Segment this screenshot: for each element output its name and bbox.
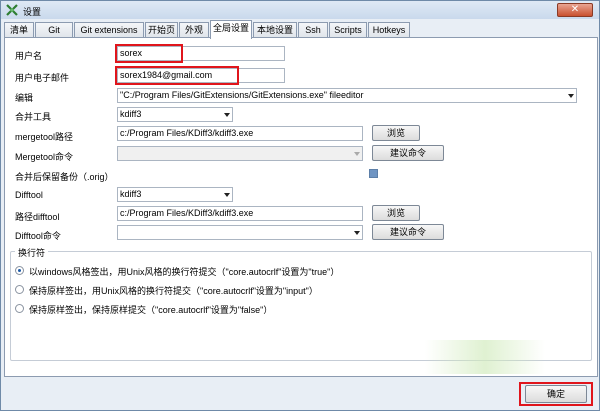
autocrlf-true-label[interactable]: 以windows风格签出，用Unix风格的换行符提交（"core.autocrl… bbox=[29, 265, 339, 278]
mergetool-path-label: mergetool路径 bbox=[15, 132, 74, 142]
mergetool-browse-button[interactable]: 浏览 bbox=[372, 125, 420, 141]
chevron-down-icon bbox=[224, 113, 230, 117]
chevron-down-icon bbox=[354, 231, 360, 235]
title-bar: 设置 ✕ bbox=[1, 1, 599, 19]
difftool-browse-button[interactable]: 浏览 bbox=[372, 205, 420, 221]
editor-combo[interactable]: "C:/Program Files/GitExtensions/GitExten… bbox=[117, 88, 577, 103]
editor-label: 编辑 bbox=[15, 93, 34, 103]
chevron-down-icon bbox=[568, 94, 574, 98]
mergetool-suggest-button[interactable]: 建议命令 bbox=[372, 145, 444, 161]
watermark bbox=[425, 340, 545, 374]
difftool-combo[interactable]: kdiff3 bbox=[117, 187, 233, 202]
tab-checklist[interactable]: 清单 bbox=[4, 22, 34, 38]
chevron-down-icon bbox=[224, 193, 230, 197]
settings-window: 设置 ✕ 清单 Git Git extensions 开始页 外观 全局设置 本… bbox=[0, 0, 600, 411]
username-label: 用户名 bbox=[15, 51, 43, 61]
tab-git[interactable]: Git bbox=[35, 22, 73, 38]
close-button[interactable]: ✕ bbox=[557, 3, 593, 17]
window-title: 设置 bbox=[23, 7, 42, 17]
difftool-value: kdiff3 bbox=[120, 189, 142, 199]
tab-hotkeys[interactable]: Hotkeys bbox=[368, 22, 410, 38]
mergetool-label: 合并工具 bbox=[15, 112, 52, 122]
dialog-footer: 确定 bbox=[1, 378, 599, 410]
tab-git-extensions[interactable]: Git extensions bbox=[74, 22, 144, 38]
tab-appearance[interactable]: 外观 bbox=[179, 22, 209, 38]
tab-strip: 清单 Git Git extensions 开始页 外观 全局设置 本地设置 S… bbox=[4, 20, 598, 39]
tab-local-settings[interactable]: 本地设置 bbox=[253, 22, 297, 38]
tab-global-settings[interactable]: 全局设置 bbox=[210, 20, 252, 39]
mergetool-value: kdiff3 bbox=[120, 109, 142, 119]
difftool-cmd-combo[interactable] bbox=[117, 225, 363, 240]
difftool-path-label: 路径difftool bbox=[15, 212, 60, 222]
keep-backup-label: 合并后保留备份（.orig） bbox=[15, 172, 114, 182]
difftool-suggest-button[interactable]: 建议命令 bbox=[372, 224, 444, 240]
autocrlf-input-label[interactable]: 保持原样签出，用Unix风格的换行符提交（"core.autocrlf"设置为"… bbox=[29, 284, 318, 297]
line-endings-title: 换行符 bbox=[15, 246, 49, 259]
email-input[interactable]: sorex1984@gmail.com bbox=[117, 68, 285, 83]
difftool-label: Difftool bbox=[15, 190, 43, 200]
mergetool-combo[interactable]: kdiff3 bbox=[117, 107, 233, 122]
gitextensions-icon bbox=[6, 4, 18, 16]
ok-button[interactable]: 确定 bbox=[525, 385, 587, 403]
chevron-down-icon bbox=[354, 152, 360, 156]
mergetool-path-input[interactable]: c:/Program Files/KDiff3/kdiff3.exe bbox=[117, 126, 363, 141]
global-settings-panel: 用户名 sorex 用户电子邮件 sorex1984@gmail.com 编辑 … bbox=[4, 37, 598, 377]
difftool-cmd-label: Difftool命令 bbox=[15, 231, 61, 241]
tab-scripts[interactable]: Scripts bbox=[329, 22, 367, 38]
autocrlf-false-label[interactable]: 保持原样签出，保持原样提交（"core.autocrlf"设置为"false"） bbox=[29, 303, 272, 316]
mergetool-cmd-label: Mergetool命令 bbox=[15, 152, 74, 162]
autocrlf-input-radio[interactable] bbox=[15, 285, 24, 294]
difftool-path-input[interactable]: c:/Program Files/KDiff3/kdiff3.exe bbox=[117, 206, 363, 221]
autocrlf-false-radio[interactable] bbox=[15, 304, 24, 313]
mergetool-cmd-combo[interactable] bbox=[117, 146, 363, 161]
autocrlf-true-radio[interactable] bbox=[15, 266, 24, 275]
close-icon: ✕ bbox=[570, 4, 580, 15]
editor-value: "C:/Program Files/GitExtensions/GitExten… bbox=[120, 90, 364, 100]
tab-ssh[interactable]: Ssh bbox=[298, 22, 328, 38]
keep-backup-checkbox[interactable] bbox=[369, 169, 378, 178]
tab-start-page[interactable]: 开始页 bbox=[145, 22, 178, 38]
email-label: 用户电子邮件 bbox=[15, 73, 70, 83]
username-input[interactable]: sorex bbox=[117, 46, 285, 61]
